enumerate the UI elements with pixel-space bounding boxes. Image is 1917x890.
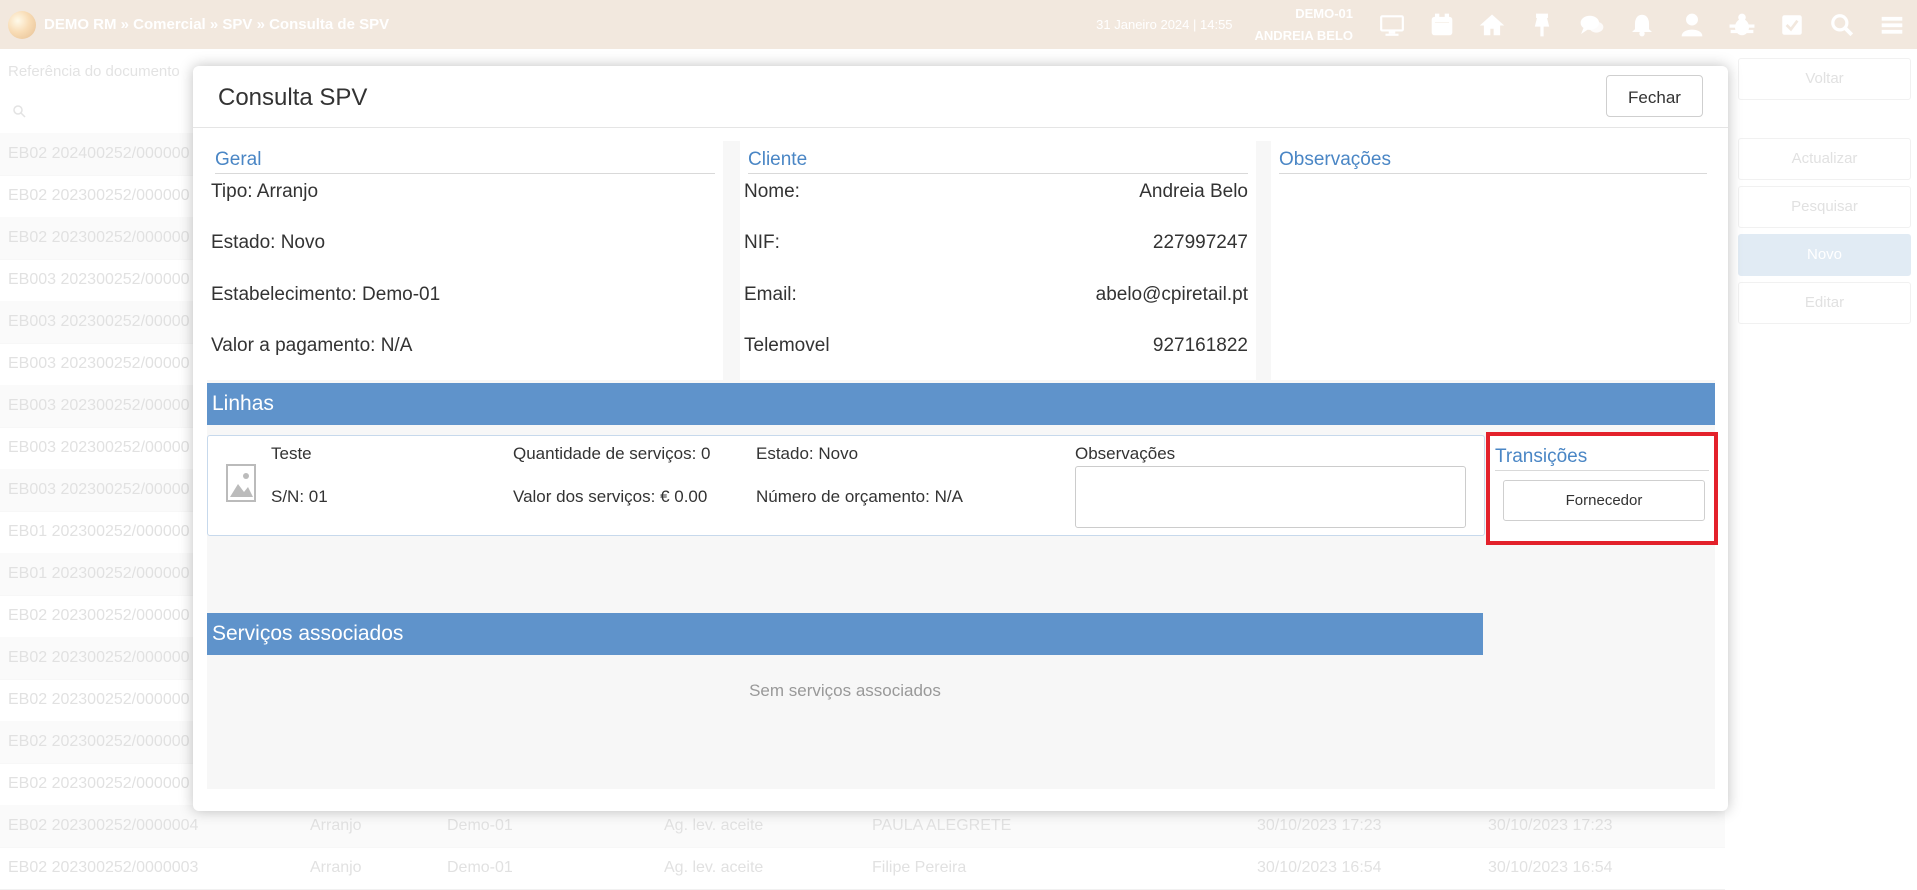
estabelecimento-field: Estabelecimento: Demo-01 (211, 284, 441, 305)
transicoes-panel: Transições Fornecedor (1486, 432, 1718, 545)
email-value: abelo@cpiretail.pt (1095, 284, 1248, 305)
tipo-field: Tipo: Arranjo (211, 181, 319, 202)
cliente-title: Cliente (748, 149, 1248, 174)
image-placeholder-icon (226, 464, 256, 502)
modal-header: Consulta SPV Fechar (193, 66, 1728, 128)
line-item-serial: S/N: 01 (271, 487, 328, 506)
modal-body: Geral Tipo: Arranjo Estado: Novo Estabel… (207, 141, 1718, 789)
estado-field: Estado: Novo (211, 232, 326, 253)
nome-value: Andreia Belo (1139, 181, 1248, 202)
line-obs-label: Observações (1075, 444, 1176, 463)
observacoes-panel: Observações (1271, 141, 1715, 380)
line-item[interactable]: Teste S/N: 01 Quantidade de serviços: 0 … (207, 435, 1485, 536)
servicos-empty-message: Sem serviços associados (749, 681, 941, 700)
quantidade-servicos: Quantidade de serviços: 0 (513, 444, 711, 463)
valor-servicos: Valor dos serviços: € 0.00 (513, 487, 708, 506)
telemovel-label: Telemovel (744, 335, 830, 356)
nif-value: 227997247 (1152, 232, 1248, 253)
email-row: Email: abelo@cpiretail.pt (744, 284, 1248, 306)
nome-row: Nome: Andreia Belo (744, 181, 1248, 203)
numero-orcamento: Número de orçamento: N/A (756, 487, 963, 506)
line-obs-field[interactable] (1075, 466, 1466, 528)
nif-label: NIF: (744, 232, 780, 253)
close-button[interactable]: Fechar (1606, 75, 1703, 117)
telemovel-value: 927161822 (1152, 335, 1248, 356)
geral-title: Geral (215, 149, 715, 174)
modal-title: Consulta SPV (218, 84, 368, 111)
transicoes-title: Transições (1495, 446, 1588, 467)
geral-panel: Geral Tipo: Arranjo Estado: Novo Estabel… (207, 141, 723, 380)
line-item-name: Teste (271, 444, 312, 463)
nif-row: NIF: 227997247 (744, 232, 1248, 254)
line-item-estado: Estado: Novo (756, 444, 859, 463)
consulta-spv-modal: Consulta SPV Fechar Geral Tipo: Arranjo … (193, 66, 1728, 811)
linhas-header: Linhas (207, 383, 1715, 425)
telemovel-row: Telemovel 927161822 (744, 335, 1248, 357)
fornecedor-button[interactable]: Fornecedor (1503, 480, 1705, 521)
valor-pagamento-field: Valor a pagamento: N/A (211, 335, 413, 356)
servicos-header: Serviços associados (207, 613, 1483, 655)
observacoes-title: Observações (1279, 149, 1707, 174)
nome-label: Nome: (744, 181, 800, 202)
email-label: Email: (744, 284, 797, 305)
cliente-panel: Cliente Nome: Andreia Belo NIF: 22799724… (740, 141, 1256, 380)
